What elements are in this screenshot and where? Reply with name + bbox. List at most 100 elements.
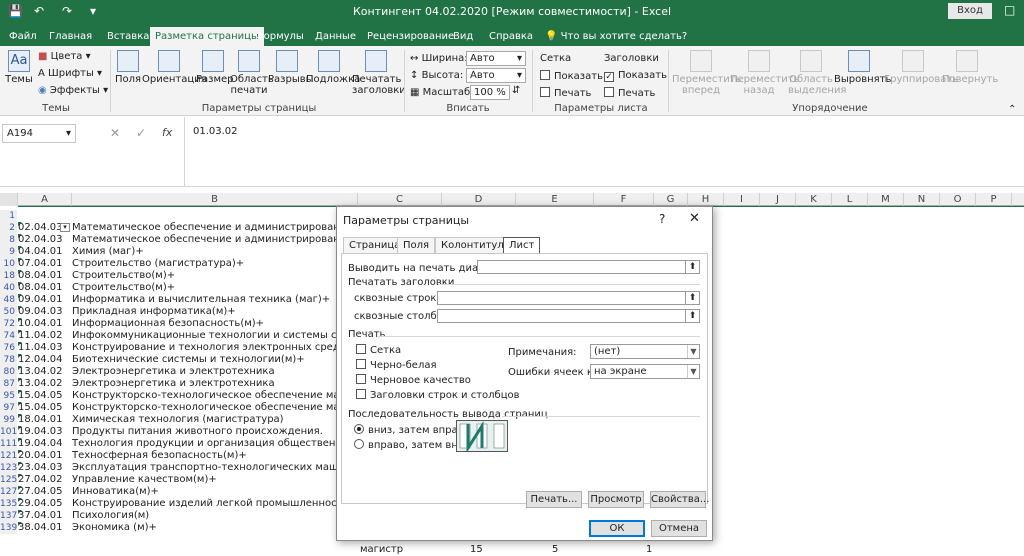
checkbox[interactable] — [356, 344, 366, 354]
column-header[interactable]: L — [832, 193, 868, 206]
column-header[interactable]: M — [868, 193, 904, 206]
cell-name[interactable]: Технология продукции и организация общес… — [72, 438, 336, 450]
cell-name[interactable]: Техносферная безопасность(м)+ — [72, 450, 336, 462]
scale-input[interactable]: 100 % — [470, 85, 510, 100]
headings-print-checkbox[interactable]: Печать — [604, 87, 655, 99]
width-dropdown[interactable]: Авто ▾ — [466, 51, 526, 66]
tell-me-search[interactable]: 💡 Что вы хотите сделать? — [540, 27, 692, 46]
cell-name[interactable]: Инфокоммуникационные технологии и систем… — [72, 330, 336, 342]
cell-code[interactable]: 02.04.03 — [18, 222, 63, 234]
options-button[interactable]: Свойства... — [650, 491, 709, 508]
order-over-then-down-radio[interactable]: вправо, затем вниз — [354, 439, 470, 451]
row-col-headings-checkbox[interactable]: Заголовки строк и столбцов — [356, 389, 520, 401]
cell-code[interactable]: 23.04.03 — [18, 462, 63, 474]
tab-insert[interactable]: Вставка — [102, 27, 154, 46]
cell-name[interactable]: Продукты питания животного происхождения… — [72, 426, 336, 438]
column-header[interactable]: E — [516, 193, 594, 206]
cell-code[interactable]: 37.04.01 — [18, 510, 63, 522]
cell-name[interactable]: Строительство(м)+ — [72, 270, 336, 282]
cell-e-last[interactable]: 5 — [552, 544, 558, 556]
row-header[interactable]: 137 — [0, 510, 17, 522]
row-header[interactable]: 8 — [0, 234, 17, 246]
row-header[interactable]: 121 — [0, 450, 17, 462]
tab-review[interactable]: Рецензирование — [362, 27, 459, 46]
cell-d-last[interactable]: 15 — [470, 544, 483, 556]
tab-view[interactable]: Вид — [448, 27, 478, 46]
row-header[interactable]: 2 — [0, 222, 17, 234]
row-header[interactable]: 80 — [0, 366, 17, 378]
row-header[interactable]: 48 — [0, 294, 17, 306]
radio[interactable] — [354, 439, 364, 449]
cell-name[interactable]: Эксплуатация транспортно-технологических… — [72, 462, 336, 474]
cell-code[interactable]: 10.04.01 — [18, 318, 63, 330]
bring-forward-button[interactable]: Переместить вперед — [672, 50, 741, 96]
cell-name[interactable]: Математическое обеспечение и администрир… — [72, 234, 336, 246]
cell-code[interactable]: 20.04.01 — [18, 450, 63, 462]
themes-button[interactable]: Aa Темы — [4, 50, 34, 85]
gridlines-show-checkbox[interactable]: Показать — [540, 70, 603, 82]
row-header[interactable]: 101 — [0, 426, 17, 438]
cell-name[interactable]: Электроэнергетика и электротехника — [72, 366, 336, 378]
gridlines-print-checkbox[interactable]: Печать — [540, 87, 591, 99]
cell-c-last[interactable]: магистр — [360, 544, 403, 556]
checkbox[interactable] — [540, 87, 550, 97]
filter-dropdown-icon[interactable]: ▾ — [60, 223, 70, 232]
tab-home[interactable]: Главная — [44, 27, 97, 46]
row-header[interactable]: 125 — [0, 474, 17, 486]
cell-code[interactable]: 13.04.02 — [18, 378, 63, 390]
cell-code[interactable]: 11.04.03 — [18, 342, 63, 354]
row-header[interactable]: 95 — [0, 390, 17, 402]
cancel-icon[interactable]: ✕ — [110, 126, 120, 140]
print-preview-button[interactable]: Просмотр — [588, 491, 644, 508]
order-down-then-over-radio[interactable]: вниз, затем вправо — [354, 424, 470, 436]
checkbox-checked[interactable]: ✓ — [604, 72, 614, 82]
print-area-input[interactable]: ⬆ — [477, 260, 700, 274]
scale-spinner[interactable]: ⇵ — [512, 85, 520, 96]
rotate-button[interactable]: Повернуть — [942, 50, 998, 85]
cell-code[interactable]: 13.04.02 — [18, 366, 63, 378]
cell-name[interactable]: Строительство (магистратура)+ — [72, 258, 336, 270]
column-header[interactable]: F — [594, 193, 654, 206]
cell-name[interactable]: Строительство(м)+ — [72, 282, 336, 294]
tab-data[interactable]: Данные — [310, 27, 361, 46]
insert-function-button[interactable]: fx — [162, 126, 172, 139]
row-header[interactable]: 1 — [0, 210, 17, 222]
row-header[interactable]: 99 — [0, 414, 17, 426]
send-backward-button[interactable]: Переместить назад — [730, 50, 799, 96]
ribbon-display-icon[interactable]: □ — [1004, 3, 1015, 17]
row-header[interactable]: 97 — [0, 402, 17, 414]
cell-name[interactable]: Инноватика(м)+ — [72, 486, 336, 498]
cell-code[interactable]: 27.04.02 — [18, 474, 63, 486]
cell-code[interactable]: 08.04.01 — [18, 270, 63, 282]
formula-input[interactable]: 01.03.02 — [184, 117, 1024, 187]
checkbox[interactable] — [540, 70, 550, 80]
column-header[interactable]: J — [760, 193, 796, 206]
headings-show-checkbox[interactable]: ✓ Показать — [604, 70, 667, 82]
cell-code[interactable]: 08.04.01 — [18, 282, 63, 294]
cell-code[interactable]: 09.04.03 — [18, 306, 63, 318]
cell-code[interactable]: 02.04.03 — [18, 234, 63, 246]
grid-checkbox[interactable]: Сетка — [356, 344, 401, 356]
row-header[interactable]: 127 — [0, 486, 17, 498]
column-header[interactable]: N — [904, 193, 940, 206]
row-header[interactable]: 72 — [0, 318, 17, 330]
row-header[interactable]: 9 — [0, 246, 17, 258]
cell-name[interactable]: Биотехнические системы и технологии(м)+ — [72, 354, 336, 366]
tab-formulas[interactable]: Формулы — [250, 27, 309, 46]
row-header[interactable]: 111 — [0, 438, 17, 450]
column-header[interactable]: D — [442, 193, 516, 206]
row-header[interactable]: 40 — [0, 282, 17, 294]
cell-name[interactable]: Конструкторско-технологическое обеспечен… — [72, 390, 336, 402]
radio-selected[interactable] — [354, 424, 364, 434]
column-header[interactable]: C — [358, 193, 442, 206]
cell-errors-dropdown[interactable]: на экране ▼ — [590, 364, 700, 379]
enter-icon[interactable]: ✓ — [136, 126, 146, 140]
cell-code[interactable]: 38.04.01 — [18, 522, 63, 534]
orientation-button[interactable]: Ориентация — [142, 50, 207, 85]
column-header[interactable]: P — [976, 193, 1012, 206]
print-area-button[interactable]: Область печати — [230, 50, 274, 96]
black-white-checkbox[interactable]: Черно-белая — [356, 359, 436, 371]
row-header[interactable]: 123 — [0, 462, 17, 474]
select-all-corner[interactable] — [0, 193, 18, 206]
theme-effects-button[interactable]: ◉ Эффекты ▾ — [38, 85, 108, 96]
